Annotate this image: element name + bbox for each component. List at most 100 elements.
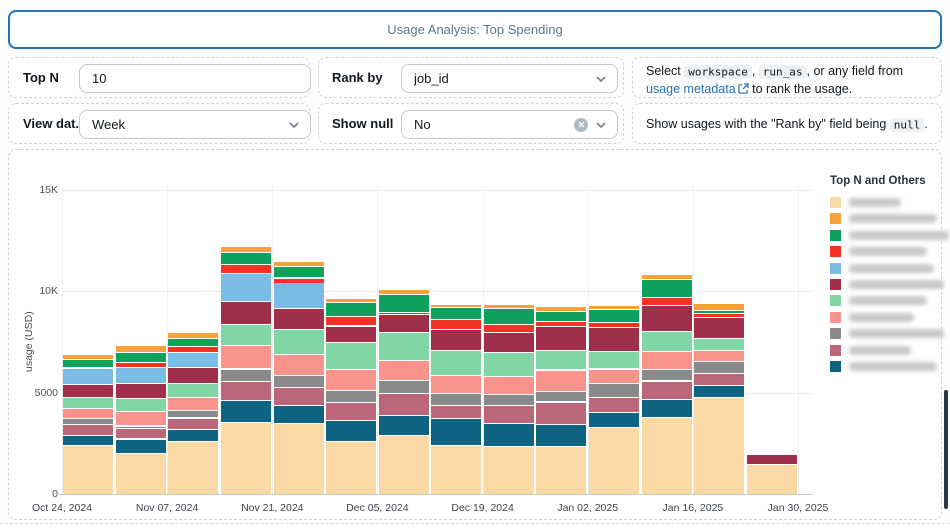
legend-item[interactable] (830, 295, 927, 307)
bar-segment[interactable] (63, 424, 114, 435)
bar-segment[interactable] (326, 368, 377, 390)
bar-segment[interactable] (694, 396, 745, 494)
rank-by-select[interactable]: job_id (401, 64, 618, 93)
vertical-scrollbar-thumb[interactable] (944, 390, 948, 509)
bar-segment[interactable] (589, 322, 639, 328)
bar-segment[interactable] (641, 398, 692, 417)
bar-segment[interactable] (273, 353, 324, 376)
bar-segment[interactable] (694, 337, 745, 351)
bar-segment[interactable] (431, 318, 482, 329)
bar-segment[interactable] (63, 367, 114, 369)
bar-segment[interactable] (431, 444, 482, 494)
bar-segment[interactable] (273, 328, 324, 354)
bar-segment[interactable] (694, 317, 745, 338)
bar-segment[interactable] (115, 427, 166, 439)
bar-segment[interactable] (273, 308, 324, 329)
bar-segment[interactable] (63, 445, 114, 494)
bar-segment[interactable] (378, 380, 429, 394)
bar-segment[interactable] (536, 310, 587, 322)
bar-segment[interactable] (694, 385, 745, 397)
bar-segment[interactable] (431, 375, 482, 394)
bar-segment[interactable] (168, 396, 219, 410)
bar-segment[interactable] (221, 246, 271, 252)
bar-segment[interactable] (536, 445, 587, 494)
bar-segment[interactable] (63, 353, 114, 360)
bar-segment[interactable] (589, 351, 639, 369)
bar-segment[interactable] (378, 434, 429, 494)
legend-item[interactable] (830, 246, 927, 258)
legend-item[interactable] (830, 361, 937, 372)
bar-segment[interactable] (115, 345, 166, 353)
top-n-input[interactable]: 10 (79, 64, 311, 93)
bar-segment[interactable] (221, 422, 271, 494)
bar-segment[interactable] (483, 446, 534, 494)
bar-segment[interactable] (326, 325, 377, 342)
bar-segment[interactable] (115, 361, 166, 367)
bar-segment[interactable] (168, 366, 219, 384)
bar-segment[interactable] (273, 423, 324, 494)
bar-segment[interactable] (589, 309, 639, 323)
bar-segment[interactable] (378, 294, 429, 312)
bar-segment[interactable] (63, 359, 114, 368)
bar-segment[interactable] (221, 323, 271, 346)
legend-item[interactable] (830, 229, 949, 241)
legend-item[interactable] (830, 279, 944, 290)
bar-segment[interactable] (168, 346, 219, 352)
bar-segment[interactable] (168, 428, 219, 442)
bar-segment[interactable] (378, 311, 429, 314)
bar-segment[interactable] (536, 350, 587, 370)
bar-segment[interactable] (221, 345, 271, 369)
bar-segment[interactable] (168, 417, 219, 429)
bar-segment[interactable] (589, 412, 639, 428)
bar-segment[interactable] (483, 308, 534, 324)
bar-segment[interactable] (694, 310, 745, 314)
bar-segment[interactable] (221, 381, 271, 400)
bar-segment[interactable] (273, 260, 324, 266)
bar-segment[interactable] (641, 380, 692, 399)
bar-segment[interactable] (273, 277, 324, 283)
bar-segment[interactable] (536, 321, 587, 327)
bar-segment[interactable] (483, 332, 534, 353)
bar-segment[interactable] (168, 351, 219, 367)
bar-segment[interactable] (326, 298, 377, 303)
legend-item[interactable] (830, 328, 944, 340)
bar-segment[interactable] (431, 328, 482, 351)
bar-segment[interactable] (641, 331, 692, 352)
bar-segment[interactable] (326, 390, 377, 402)
legend-item[interactable] (830, 311, 914, 323)
bar-segment[interactable] (115, 453, 166, 494)
bar-segment[interactable] (431, 304, 482, 308)
bar-segment[interactable] (115, 398, 166, 412)
bar-segment[interactable] (63, 384, 114, 398)
bar-segment[interactable] (589, 368, 639, 384)
bar-segment[interactable] (641, 417, 692, 494)
bar-segment[interactable] (221, 273, 271, 301)
bar-segment[interactable] (326, 302, 377, 316)
bar-segment[interactable] (168, 409, 219, 418)
bar-segment[interactable] (326, 401, 377, 420)
show-null-select[interactable]: No (401, 110, 618, 139)
bar-segment[interactable] (168, 441, 219, 494)
bar-segment[interactable] (221, 368, 271, 382)
bar-segment[interactable] (694, 350, 745, 362)
legend-item[interactable] (830, 213, 937, 225)
bar-segment[interactable] (63, 407, 114, 418)
bar-segment[interactable] (431, 393, 482, 405)
bar-segment[interactable] (694, 361, 745, 374)
bar-segment[interactable] (273, 265, 324, 278)
view-data-select[interactable]: Week (79, 110, 311, 139)
bar-segment[interactable] (273, 386, 324, 405)
bar-segment[interactable] (694, 373, 745, 385)
bar-segment[interactable] (641, 279, 692, 297)
bar-segment[interactable] (536, 306, 587, 311)
bar-segment[interactable] (641, 297, 692, 305)
bar-segment[interactable] (168, 332, 219, 339)
usage-metadata-link[interactable]: usage metadata (646, 82, 749, 96)
bar-segment[interactable] (483, 323, 534, 333)
bar-segment[interactable] (536, 401, 587, 425)
bar-segment[interactable] (431, 418, 482, 445)
legend-item[interactable] (830, 344, 911, 356)
bar-segment[interactable] (483, 423, 534, 447)
bar-segment[interactable] (378, 393, 429, 415)
bar-segment[interactable] (115, 383, 166, 399)
